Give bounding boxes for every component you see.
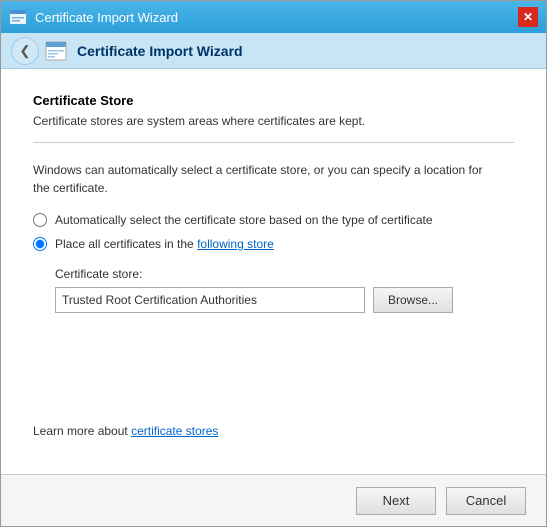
title-bar-left: Certificate Import Wizard [9,8,178,26]
title-bar: Certificate Import Wizard ✕ [1,1,546,33]
learn-more-text: Learn more about [33,424,131,438]
close-button[interactable]: ✕ [518,7,538,27]
learn-more: Learn more about certificate stores [33,424,514,438]
radio-auto-label: Automatically select the certificate sto… [55,213,433,227]
footer: Next Cancel [1,474,546,526]
cancel-button[interactable]: Cancel [446,487,526,515]
nav-bar: ❮ Certificate Import Wizard [1,33,546,69]
section-desc: Certificate stores are system areas wher… [33,114,514,128]
wizard-window: Certificate Import Wizard ✕ ❮ Certificat… [0,0,547,527]
radio-place-all[interactable]: Place all certificates in the following … [33,237,514,251]
nav-title: Certificate Import Wizard [77,43,243,59]
cert-store-section: Certificate store: Browse... [55,267,514,313]
radio-group: Automatically select the certificate sto… [33,213,514,251]
section-title: Certificate Store [33,93,514,108]
radio-place-input[interactable] [33,237,47,251]
nav-wizard-icon [45,40,67,62]
info-text-line2: the certificate. [33,181,108,195]
cert-store-row: Browse... [55,287,514,313]
title-bar-controls: ✕ [518,7,538,27]
spacer [33,313,514,424]
divider [33,142,514,143]
back-arrow-icon: ❮ [20,43,31,59]
radio-auto-input[interactable] [33,213,47,227]
content-area: Certificate Store Certificate stores are… [1,69,546,474]
title-bar-text: Certificate Import Wizard [35,10,178,25]
wizard-icon [9,8,27,26]
learn-more-link[interactable]: certificate stores [131,424,218,438]
cert-store-label: Certificate store: [55,267,514,281]
back-button[interactable]: ❮ [11,37,39,65]
next-button[interactable]: Next [356,487,436,515]
cert-store-input[interactable] [55,287,365,313]
browse-button[interactable]: Browse... [373,287,453,313]
radio-place-label: Place all certificates in the following … [55,237,274,251]
info-text-line1: Windows can automatically select a certi… [33,163,483,177]
info-text: Windows can automatically select a certi… [33,161,514,197]
radio-auto-select[interactable]: Automatically select the certificate sto… [33,213,514,227]
